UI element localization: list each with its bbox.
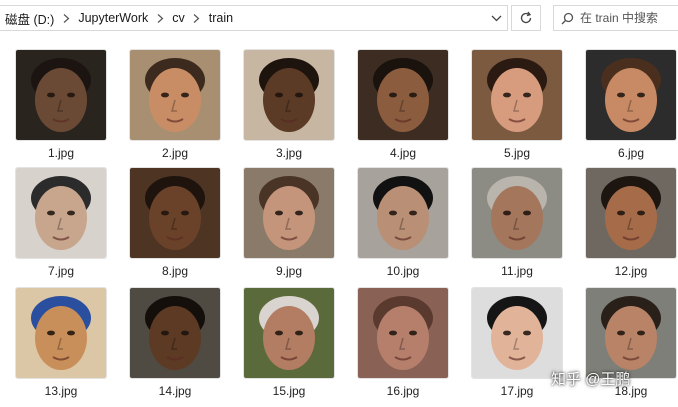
file-name: 9.jpg	[275, 264, 303, 278]
breadcrumb-train[interactable]: train	[204, 11, 238, 25]
search-input[interactable]	[580, 11, 678, 25]
file-name: 12.jpg	[614, 264, 648, 278]
file-item[interactable]: 14.jpg	[124, 278, 234, 398]
image-thumbnail[interactable]	[130, 50, 220, 140]
file-item[interactable]: 15.jpg	[238, 278, 348, 398]
file-item[interactable]: 11.jpg	[466, 158, 576, 278]
file-name: 16.jpg	[386, 384, 420, 398]
breadcrumb-cv[interactable]: cv	[167, 11, 190, 25]
image-thumbnail[interactable]	[16, 168, 106, 258]
file-item[interactable]: 10.jpg	[352, 158, 462, 278]
chevron-right-icon[interactable]	[190, 13, 204, 23]
image-thumbnail[interactable]	[16, 288, 106, 378]
refresh-button[interactable]	[511, 5, 541, 31]
breadcrumb-drive[interactable]: 磁盘 (D:)	[0, 9, 59, 28]
image-thumbnail[interactable]	[244, 168, 334, 258]
image-thumbnail[interactable]	[472, 288, 562, 378]
file-name: 15.jpg	[272, 384, 306, 398]
file-item[interactable]: 8.jpg	[124, 158, 234, 278]
file-item[interactable]: 9.jpg	[238, 158, 348, 278]
file-item[interactable]: 6.jpg	[580, 40, 678, 160]
file-item[interactable]: 5.jpg	[466, 40, 576, 160]
image-thumbnail[interactable]	[130, 288, 220, 378]
search-icon	[554, 12, 580, 25]
file-item[interactable]: 12.jpg	[580, 158, 678, 278]
image-thumbnail[interactable]	[586, 50, 676, 140]
file-item[interactable]: 2.jpg	[124, 40, 234, 160]
file-name: 10.jpg	[386, 264, 420, 278]
image-thumbnail[interactable]	[16, 50, 106, 140]
refresh-icon	[520, 11, 532, 24]
search-box[interactable]	[553, 5, 678, 31]
file-item[interactable]: 4.jpg	[352, 40, 462, 160]
file-name: 13.jpg	[44, 384, 78, 398]
file-name: 14.jpg	[158, 384, 192, 398]
chevron-right-icon[interactable]	[59, 13, 73, 23]
image-thumbnail[interactable]	[358, 168, 448, 258]
file-item[interactable]: 3.jpg	[238, 40, 348, 160]
image-thumbnail[interactable]	[130, 168, 220, 258]
file-item[interactable]: 7.jpg	[10, 158, 120, 278]
watermark: 知乎 @王鹏	[551, 371, 631, 388]
image-thumbnail[interactable]	[244, 288, 334, 378]
chevron-down-icon[interactable]	[485, 6, 507, 30]
image-thumbnail[interactable]	[244, 50, 334, 140]
address-bar[interactable]: 磁盘 (D:) JupyterWork cv train	[0, 5, 508, 31]
file-item[interactable]: 13.jpg	[10, 278, 120, 398]
image-thumbnail[interactable]	[472, 50, 562, 140]
breadcrumb-jupyterwork[interactable]: JupyterWork	[73, 11, 153, 25]
image-thumbnail[interactable]	[358, 288, 448, 378]
image-thumbnail[interactable]	[586, 288, 676, 378]
file-name: 7.jpg	[47, 264, 75, 278]
file-name: 8.jpg	[161, 264, 189, 278]
file-name: 11.jpg	[501, 264, 533, 278]
image-thumbnail[interactable]	[358, 50, 448, 140]
file-item[interactable]: 1.jpg	[10, 40, 120, 160]
explorer-toolbar: 磁盘 (D:) JupyterWork cv train	[0, 0, 678, 36]
file-grid: 1.jpg 2.jpg 3.jpg 4.jpg 5.jpg 6.jpg 7.jpg 8.jpg…	[0, 40, 678, 407]
file-item[interactable]: 16.jpg	[352, 278, 462, 398]
image-thumbnail[interactable]	[586, 168, 676, 258]
chevron-right-icon[interactable]	[153, 13, 167, 23]
image-thumbnail[interactable]	[472, 168, 562, 258]
